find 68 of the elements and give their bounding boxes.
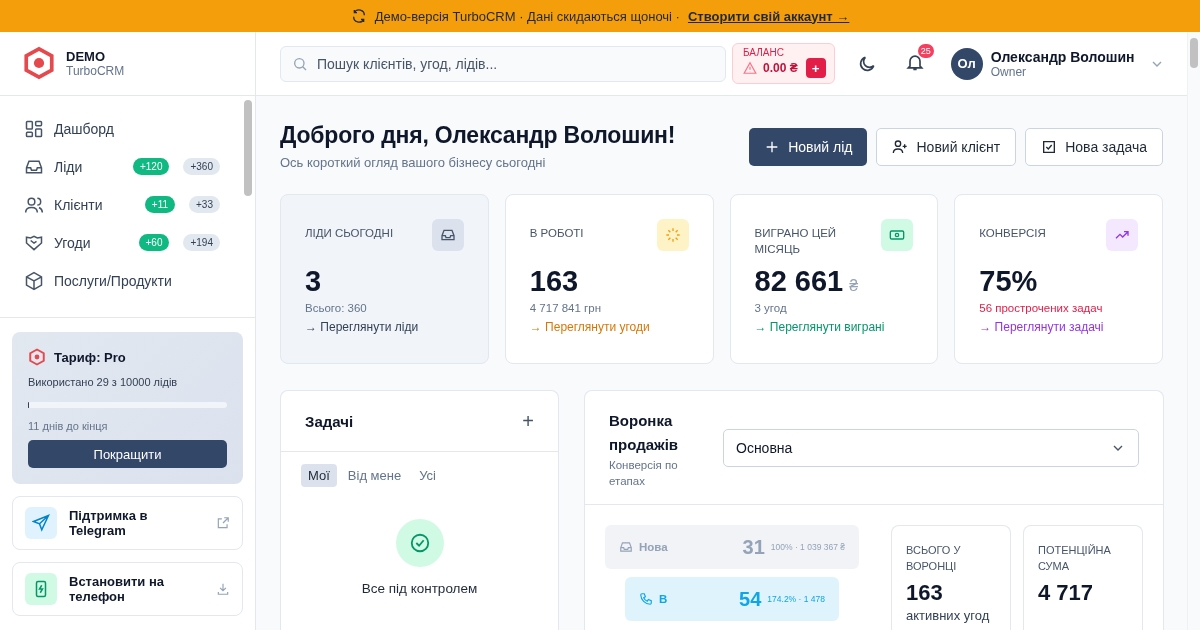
stat-label: КОНВЕРСІЯ (979, 226, 1046, 241)
upgrade-button[interactable]: Покращити (28, 440, 227, 468)
balance-amount: 0.00 ₴ (763, 61, 798, 75)
count-badge: +60 (138, 234, 170, 252)
panel-title: Воронка продажів (609, 411, 680, 455)
count-badge: +33 (189, 196, 220, 214)
stat-value: 3 (305, 265, 322, 298)
summary-label: ПОТЕНЦІЙНА СУМА (1038, 543, 1112, 574)
stat-label: В РОБОТІ (529, 226, 584, 241)
count-badge: +360 (183, 158, 220, 176)
stat-value: 75% (979, 265, 1038, 298)
greeting-title: Доброго дня, Олександр Волошин! (280, 122, 676, 149)
stat-detail: 56 прострочених задач (979, 302, 1104, 314)
stat-card[interactable]: В РОБОТІ 163 4 717 841 грн → Переглянути угоди (504, 194, 714, 364)
new-client-button[interactable]: Новий клієнт (876, 128, 1017, 166)
telegram-link[interactable]: Підтримка в Telegram (12, 496, 243, 550)
stat-card[interactable]: ВИГРАНО ЦЕЙ МІСЯЦЬ 82 661 ₴ 3 угод → Переглянути виграні (729, 194, 939, 364)
stat-link[interactable]: → Переглянути виграні (754, 320, 914, 334)
new-lead-button[interactable]: Новий лід (749, 128, 868, 166)
notification-badge: 25 (917, 43, 934, 58)
empty-state-title: Все під контролем (361, 581, 478, 596)
logo-title: DEMO (66, 48, 106, 64)
nav-item[interactable]: Ліди +120 +360 (12, 147, 232, 186)
add-task-button[interactable]: + (522, 409, 534, 433)
stat-card[interactable]: КОНВЕРСІЯ 75% 56 прострочених задач → Переглянути задачі (954, 194, 1163, 364)
user-avatar[interactable]: Ол (950, 47, 983, 80)
panel-subtitle: Конверсія по етапах (609, 458, 679, 489)
greeting-subtitle: Ось короткий огляд вашого бізнесу сьогодні (280, 155, 547, 170)
nav-item[interactable]: Послуги/Продукти (12, 261, 232, 300)
count-badge: +120 (132, 158, 170, 176)
plan-remaining: 11 днів до кінця (28, 420, 109, 432)
filter-tab[interactable]: Усі (412, 464, 443, 487)
summary-label: ВСЬОГО У ВОРОНЦІ (906, 543, 962, 574)
pipeline-select[interactable]: Основна (723, 429, 1139, 467)
stat-value: 163 (529, 265, 579, 298)
nav-item[interactable]: Дашборд (12, 109, 232, 148)
currency-sign: ₴ (849, 277, 859, 295)
filter-tab[interactable]: Мої (301, 464, 337, 487)
stat-detail: 3 угод (754, 302, 788, 314)
summary-value: 4 717 (1038, 580, 1095, 606)
new-task-button[interactable]: Нова задача (1025, 128, 1163, 166)
banner-text: Демо-версія TurboCRM · Дані скидаються щоночі · (374, 8, 680, 24)
filter-tab[interactable]: Від мене (340, 464, 409, 487)
stat-label: ВИГРАНО ЦЕЙ МІСЯЦЬ (754, 226, 838, 257)
nav-item[interactable]: Клієнти +11 +33 (12, 185, 232, 224)
top-up-button[interactable]: + (805, 58, 826, 78)
count-badge: +11 (144, 196, 176, 214)
nav-item[interactable]: Угоди +60 +194 (12, 223, 232, 262)
logo-subtitle: TurboCRM (66, 63, 125, 78)
plan-title: Тариф: Pro (54, 349, 126, 365)
search-field[interactable]: Пошук клієнтів, угод, лідів... (280, 45, 726, 82)
install-link[interactable]: Встановити на телефон (12, 562, 243, 616)
stat-detail: 4 717 841 грн (529, 302, 603, 314)
stat-detail: Всього: 360 (305, 302, 368, 314)
create-account-link[interactable]: Створити свій аккаунт → (687, 8, 850, 24)
balance-label: БАЛАНС (743, 47, 785, 58)
stat-link[interactable]: → Переглянути задачі (979, 320, 1138, 334)
summary-note: активних угод (906, 608, 991, 623)
summary-value: 163 (906, 580, 944, 606)
user-role: Owner (990, 64, 1027, 79)
stat-link[interactable]: → Переглянути ліди (305, 320, 464, 334)
panel-title: Задачі (305, 412, 354, 430)
plan-usage: Використано 29 з 10000 лідів (28, 376, 179, 388)
stat-label: ЛІДИ СЬОГОДНІ (305, 226, 394, 241)
stat-card[interactable]: ЛІДИ СЬОГОДНІ 3 Всього: 360 → Переглянути ліди (280, 194, 489, 364)
user-name: Олександр Волошин (990, 48, 1135, 65)
stat-value: 82 661 (754, 265, 844, 298)
count-badge: +194 (183, 234, 220, 252)
